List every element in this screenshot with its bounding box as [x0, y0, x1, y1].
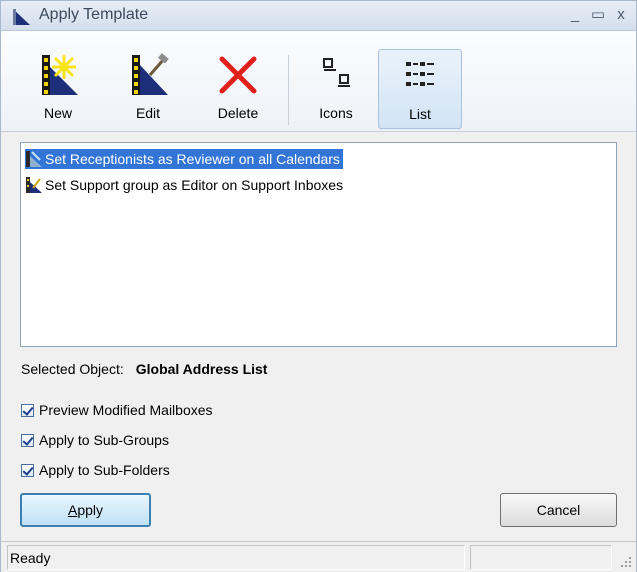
apply-button[interactable]: Apply: [20, 493, 151, 527]
minimize-button[interactable]: _: [565, 6, 585, 24]
cancel-button-label: Cancel: [536, 502, 581, 518]
list-view-button[interactable]: List: [378, 49, 462, 129]
list-item[interactable]: Set Receptionists as Reviewer on all Cal…: [25, 149, 343, 169]
template-app-icon: [13, 9, 30, 25]
toolbar: New Edit Delete Icons List: [1, 31, 636, 132]
list-item-label: Set Receptionists as Reviewer on all Cal…: [45, 151, 340, 167]
list-view-icon: [406, 62, 434, 86]
cancel-button[interactable]: Cancel: [500, 493, 617, 527]
apply-to-sub-folders-label: Apply to Sub-Folders: [39, 462, 170, 478]
selected-object-value: Global Address List: [135, 361, 268, 377]
preview-modified-mailboxes-label: Preview Modified Mailboxes: [39, 402, 213, 418]
toolbar-separator: [288, 55, 289, 125]
icons-view-icon: [323, 58, 350, 87]
maximize-button[interactable]: ▭: [588, 6, 608, 24]
delete-label: Delete: [217, 105, 259, 121]
status-pane: [470, 545, 612, 570]
new-button[interactable]: New: [21, 49, 95, 129]
template-icon: [26, 177, 42, 193]
close-button[interactable]: x: [611, 6, 631, 24]
new-template-icon: [42, 55, 78, 95]
list-label: List: [409, 106, 431, 122]
apply-to-sub-groups-option[interactable]: Apply to Sub-Groups: [21, 432, 169, 448]
icons-label: Icons: [319, 105, 353, 121]
edit-button[interactable]: Edit: [111, 49, 185, 129]
template-icon: [26, 151, 42, 167]
template-list[interactable]: Set Receptionists as Reviewer on all Cal…: [20, 142, 617, 347]
apply-to-sub-folders-checkbox[interactable]: [21, 463, 34, 477]
list-item-label: Set Support group as Editor on Support I…: [45, 177, 344, 193]
apply-to-sub-folders-option[interactable]: Apply to Sub-Folders: [21, 462, 170, 478]
selected-object-row: Selected Object: Global Address List: [21, 361, 267, 377]
delete-x-icon: [219, 56, 257, 94]
window-title: Apply Template: [39, 6, 149, 23]
preview-modified-mailboxes-option[interactable]: Preview Modified Mailboxes: [21, 402, 213, 418]
title-bar[interactable]: Apply Template _ ▭ x: [1, 1, 636, 31]
selected-object-label: Selected Object:: [21, 361, 124, 377]
apply-to-sub-groups-label: Apply to Sub-Groups: [39, 432, 169, 448]
list-item[interactable]: Set Support group as Editor on Support I…: [25, 175, 346, 195]
apply-to-sub-groups-checkbox[interactable]: [21, 433, 34, 447]
status-bar: Ready: [1, 541, 636, 572]
apply-button-label: Apply: [67, 502, 104, 518]
resize-grip-icon[interactable]: [620, 556, 632, 568]
icons-view-button[interactable]: Icons: [299, 49, 373, 129]
edit-template-icon: [132, 53, 169, 95]
apply-template-window: Apply Template _ ▭ x New Edit Delete Ico…: [0, 0, 637, 572]
delete-button[interactable]: Delete: [201, 49, 275, 129]
preview-modified-mailboxes-checkbox[interactable]: [21, 403, 34, 417]
edit-label: Edit: [135, 105, 161, 121]
status-text: Ready: [7, 545, 465, 570]
new-label: New: [43, 105, 72, 121]
